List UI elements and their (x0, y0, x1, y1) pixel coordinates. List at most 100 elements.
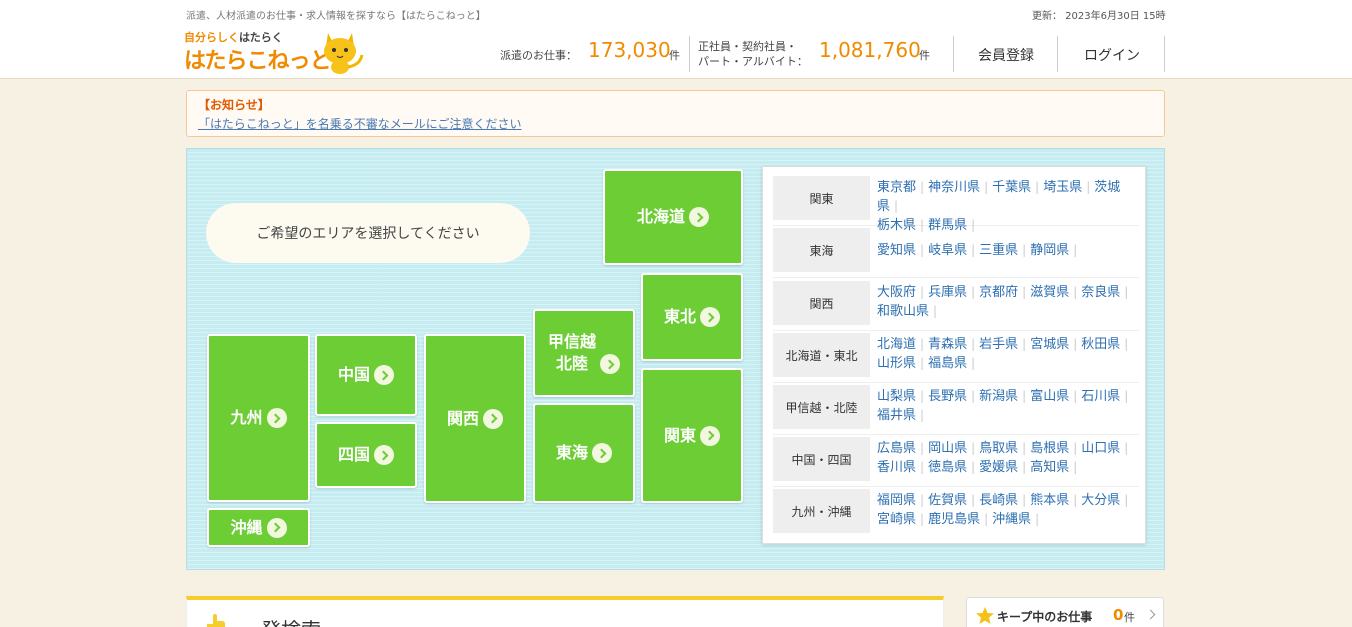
separator: | (920, 441, 925, 455)
prefecture-link[interactable]: 香川県 (877, 460, 916, 475)
prefecture-link[interactable]: 福井県 (877, 408, 916, 423)
prefecture-link[interactable]: 長野県 (928, 389, 967, 404)
separator: | (1073, 285, 1078, 299)
login-button[interactable]: ログイン (1084, 45, 1140, 65)
prefecture-area-label: 関東 (773, 176, 870, 220)
prefecture-link[interactable]: 佐賀県 (928, 493, 967, 508)
quick-search-title: 一発検索 (241, 614, 321, 627)
region-kanto-button[interactable]: 関東 (641, 368, 743, 503)
prefecture-link[interactable]: 東京都 (877, 180, 916, 195)
prefecture-link[interactable]: 福島県 (928, 356, 967, 371)
separator: | (971, 356, 976, 370)
area-map-panel: ご希望のエリアを選択してください 北海道 東北 関東 甲信越 北陸 東海 関西 中… (186, 148, 1165, 570)
region-koshinetsu-button[interactable]: 甲信越 北陸 (533, 309, 635, 397)
prefecture-link[interactable]: 鹿児島県 (928, 512, 980, 527)
prefecture-link[interactable]: 高知県 (1030, 460, 1069, 475)
separator: | (1035, 512, 1040, 526)
prefecture-area-label: 九州・沖縄 (773, 489, 870, 533)
prefecture-link[interactable]: 岩手県 (979, 337, 1018, 352)
prefecture-area-label: 中国・四国 (773, 437, 870, 481)
seishain-count-unit: 件 (919, 49, 930, 62)
prefecture-link[interactable]: 奈良県 (1081, 285, 1120, 300)
prefecture-link[interactable]: 秋田県 (1081, 337, 1120, 352)
prefecture-area-label: 甲信越・北陸 (773, 385, 870, 429)
chevron-right-icon (266, 517, 287, 538)
prefecture-link[interactable]: 京都府 (979, 285, 1018, 300)
separator: | (1022, 243, 1027, 257)
prefecture-link[interactable]: 広島県 (877, 441, 916, 456)
prefecture-link[interactable]: 鳥取県 (979, 441, 1018, 456)
prefecture-link[interactable]: 長崎県 (979, 493, 1018, 508)
prefecture-link[interactable]: 大阪府 (877, 285, 916, 300)
prefecture-link[interactable]: 岐阜県 (928, 243, 967, 258)
prefecture-link[interactable]: 愛媛県 (979, 460, 1018, 475)
haken-count: 173,030 (588, 38, 671, 62)
separator: | (1022, 460, 1027, 474)
prefecture-link[interactable]: 徳島県 (928, 460, 967, 475)
separator: | (920, 408, 925, 422)
notice-box: 【お知らせ】 「はたらこねっと」を名乗る不審なメールにご注意ください (186, 90, 1165, 137)
prefecture-link[interactable]: 山梨県 (877, 389, 916, 404)
prefecture-link[interactable]: 北海道 (877, 337, 916, 352)
prefecture-row: 東海 愛知県 | 岐阜県 | 三重県 | 静岡県 | (773, 228, 1139, 278)
prefecture-link[interactable]: 福岡県 (877, 493, 916, 508)
kept-jobs-button[interactable]: キープ中のお仕事 0 件 (966, 597, 1164, 627)
notice-link[interactable]: 「はたらこねっと」を名乗る不審なメールにご注意ください (198, 115, 522, 132)
prefecture-links: 山梨県 | 長野県 | 新潟県 | 富山県 | 石川県 | 福井県 | (877, 387, 1143, 425)
region-kansai-button[interactable]: 関西 (424, 334, 526, 503)
prefecture-link[interactable]: 千葉県 (992, 180, 1031, 195)
prefecture-link[interactable]: 宮城県 (1030, 337, 1069, 352)
prefecture-link[interactable]: 愛知県 (877, 243, 916, 258)
separator: | (933, 304, 938, 318)
prefecture-link[interactable]: 岡山県 (928, 441, 967, 456)
separator: | (984, 512, 989, 526)
prefecture-link[interactable]: 神奈川県 (928, 180, 980, 195)
prefecture-link[interactable]: 宮崎県 (877, 512, 916, 527)
prefecture-row: 九州・沖縄 福岡県 | 佐賀県 | 長崎県 | 熊本県 | 大分県 | 宮崎県 | 鹿児島県 | 沖縄県 | (773, 489, 1139, 539)
prefecture-link[interactable]: 滋賀県 (1030, 285, 1069, 300)
prefecture-area-label: 関西 (773, 281, 870, 325)
divider (689, 36, 690, 72)
separator: | (1073, 493, 1078, 507)
prefecture-link[interactable]: 熊本県 (1030, 493, 1069, 508)
chevron-right-icon (266, 408, 287, 428)
prefecture-link[interactable]: 青森県 (928, 337, 967, 352)
separator: | (920, 243, 925, 257)
updated-timestamp: 更新： 2023年6月30日 15時 (1032, 11, 1166, 22)
region-tohoku-button[interactable]: 東北 (641, 273, 743, 361)
kept-jobs-unit: 件 (1124, 611, 1135, 624)
prefecture-links: 北海道 | 青森県 | 岩手県 | 宮城県 | 秋田県 | 山形県 | 福島県 | (877, 335, 1143, 373)
prefecture-link[interactable]: 静岡県 (1030, 243, 1069, 258)
region-chugoku-button[interactable]: 中国 (315, 334, 417, 416)
region-kyushu-button[interactable]: 九州 (207, 334, 310, 502)
separator: | (1124, 389, 1129, 403)
separator: | (1035, 180, 1040, 194)
prefecture-link[interactable]: 沖縄県 (992, 512, 1031, 527)
separator: | (1073, 460, 1078, 474)
prefecture-link[interactable]: 大分県 (1081, 493, 1120, 508)
region-okinawa-button[interactable]: 沖縄 (207, 508, 310, 547)
prefecture-row: 関東 東京都 | 神奈川県 | 千葉県 | 埼玉県 | 茨城県 | 栃木県 | 群馬県 | (773, 176, 1139, 233)
separator: | (1124, 285, 1129, 299)
prefecture-link[interactable]: 兵庫県 (928, 285, 967, 300)
region-tokai-button[interactable]: 東海 (533, 403, 635, 503)
separator: | (920, 285, 925, 299)
prefecture-link[interactable]: 埼玉県 (1043, 180, 1082, 195)
separator: | (971, 389, 976, 403)
quick-search-panel: 一発検索 (186, 596, 944, 627)
kept-jobs-count: 0 (1113, 606, 1124, 624)
prefecture-link[interactable]: 和歌山県 (877, 304, 929, 319)
region-hokkaido-button[interactable]: 北海道 (603, 169, 743, 265)
site-logo[interactable]: 自分らしくはたらく はたらこねっと (184, 27, 369, 75)
prefecture-link[interactable]: 石川県 (1081, 389, 1120, 404)
prefecture-link[interactable]: 新潟県 (979, 389, 1018, 404)
prefecture-link[interactable]: 山口県 (1081, 441, 1120, 456)
prefecture-link[interactable]: 三重県 (979, 243, 1018, 258)
prefecture-link[interactable]: 島根県 (1030, 441, 1069, 456)
prefecture-link[interactable]: 富山県 (1030, 389, 1069, 404)
region-shikoku-button[interactable]: 四国 (315, 422, 417, 488)
register-button[interactable]: 会員登録 (978, 45, 1034, 65)
prefecture-list: 関東 東京都 | 神奈川県 | 千葉県 | 埼玉県 | 茨城県 | 栃木県 | 群馬県 | 東海 愛知県 | 岐阜県… (762, 166, 1146, 544)
prefecture-link[interactable]: 山形県 (877, 356, 916, 371)
separator: | (1073, 441, 1078, 455)
